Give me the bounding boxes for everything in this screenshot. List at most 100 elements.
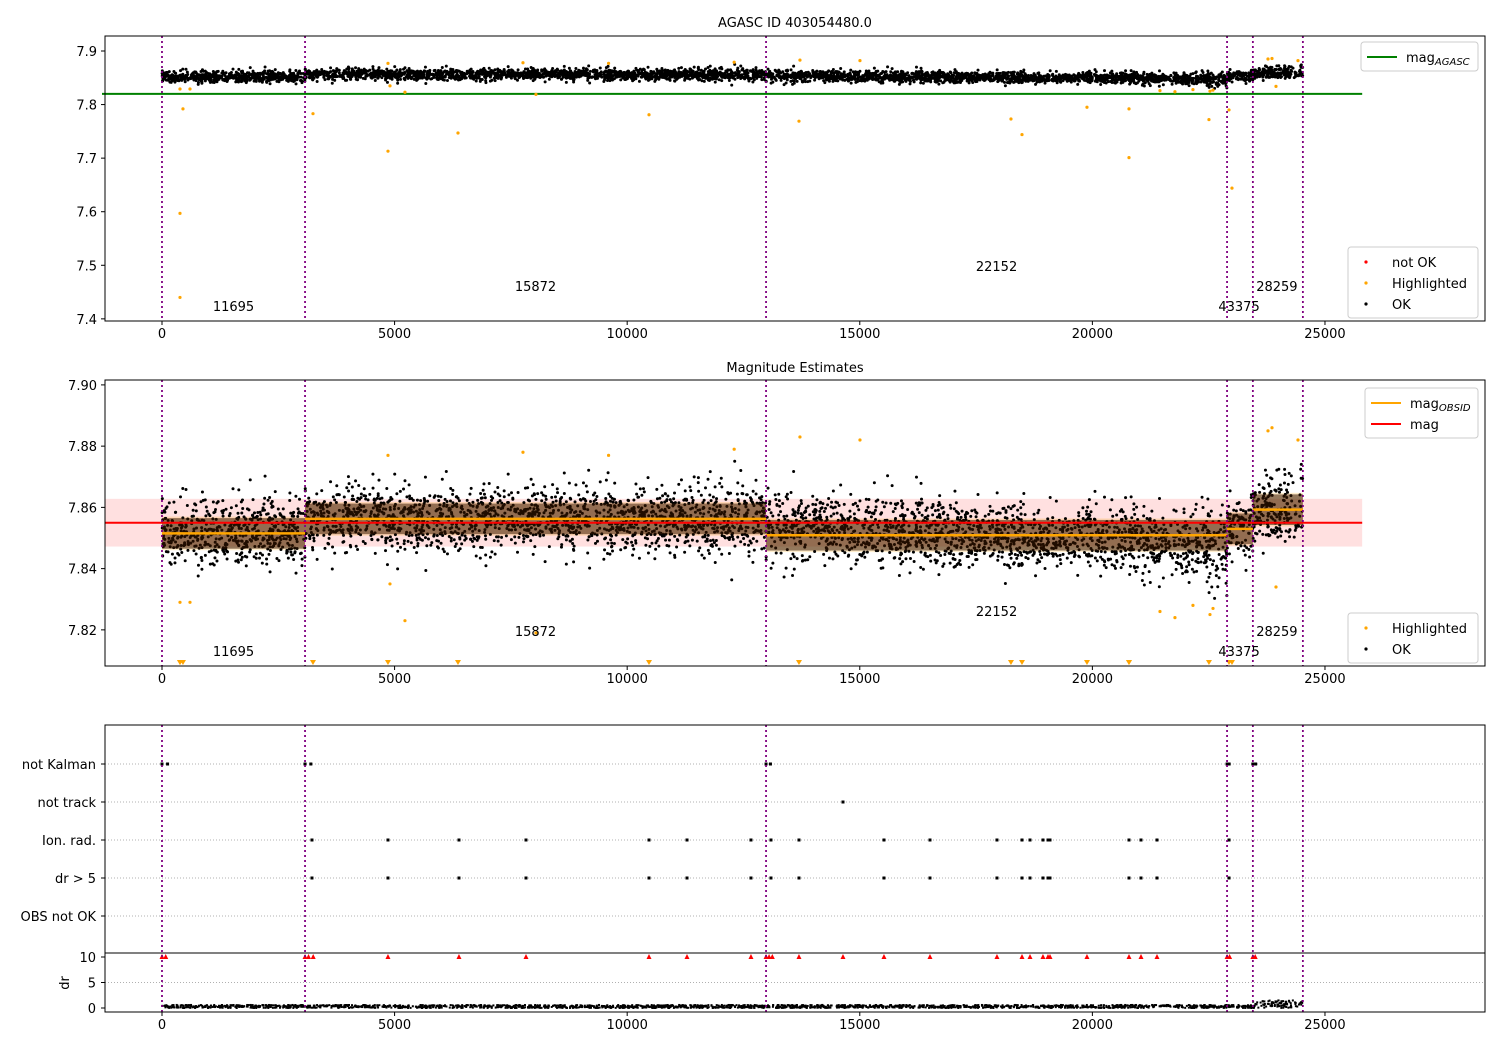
ok-point	[953, 78, 956, 81]
ok-point	[970, 72, 973, 75]
ok-point	[257, 75, 260, 78]
ok-point	[965, 72, 968, 75]
ok-point	[1158, 85, 1161, 88]
ok-point	[251, 72, 254, 75]
ok-point	[595, 73, 598, 76]
ok-point	[252, 76, 255, 79]
legend-label: Highlighted	[1392, 277, 1467, 292]
ok-point	[311, 78, 314, 81]
ok-point	[736, 74, 739, 77]
ok-point	[460, 77, 463, 80]
ok-point	[582, 67, 585, 70]
ok-point	[249, 478, 252, 481]
ok-point	[1258, 68, 1261, 71]
ok-point	[235, 552, 238, 555]
ok-point	[514, 72, 517, 75]
ok-point	[299, 72, 302, 75]
ok-point	[267, 73, 270, 76]
ok-point	[551, 67, 554, 70]
x-tick-label: 10000	[607, 327, 648, 342]
ok-point	[594, 77, 597, 80]
ok-point	[1011, 77, 1014, 80]
ok-point	[1072, 79, 1075, 82]
ok-point	[1081, 71, 1084, 74]
ok-point	[228, 514, 231, 517]
ok-point	[192, 549, 195, 552]
ok-point	[1270, 70, 1273, 73]
ok-point	[426, 74, 429, 77]
ok-point	[195, 553, 198, 556]
ok-point	[444, 70, 447, 73]
ok-point	[1086, 73, 1089, 76]
obsid-label: 11695	[213, 300, 254, 315]
ok-point	[376, 77, 379, 80]
ok-point	[1166, 75, 1169, 78]
ok-point	[214, 508, 217, 511]
ok-point	[544, 80, 547, 83]
ok-point	[184, 559, 187, 562]
ok-point	[586, 77, 589, 80]
ok-points	[161, 63, 1304, 90]
ok-point	[223, 74, 226, 77]
ok-point	[279, 72, 282, 75]
ok-point	[926, 80, 929, 83]
ok-point	[316, 72, 319, 75]
ok-point	[758, 72, 761, 75]
ok-point	[802, 75, 805, 78]
ok-point	[249, 66, 252, 69]
ok-point	[418, 76, 421, 79]
ok-point	[630, 74, 633, 77]
ok-point	[733, 78, 736, 81]
ok-point	[584, 73, 587, 76]
ok-point	[1111, 79, 1114, 82]
ok-point	[1203, 81, 1206, 84]
ok-point	[768, 70, 771, 73]
ok-point	[1267, 74, 1270, 77]
ok-point	[634, 67, 637, 70]
ok-point	[1156, 79, 1159, 82]
ok-point	[967, 78, 970, 81]
ok-point	[1077, 72, 1080, 75]
ok-point	[1128, 75, 1131, 78]
ok-point	[472, 71, 475, 74]
ok-point	[399, 68, 402, 71]
ok-point	[896, 70, 899, 73]
ok-point	[586, 71, 589, 74]
ok-point	[216, 75, 219, 78]
ok-point	[1170, 79, 1173, 82]
ok-point	[903, 75, 906, 78]
ok-point	[351, 70, 354, 73]
ok-point	[298, 498, 301, 501]
ok-point	[930, 74, 933, 77]
x-tick-label: 25000	[1304, 327, 1345, 342]
ok-point	[658, 75, 661, 78]
ok-point	[1229, 68, 1232, 71]
highlighted-point	[1127, 156, 1130, 159]
ok-point	[1289, 69, 1292, 72]
y-tick-label: 7.82	[68, 624, 97, 639]
highlighted-point	[607, 62, 610, 65]
ok-point	[645, 72, 648, 75]
ok-point	[737, 70, 740, 73]
ok-point	[221, 499, 224, 502]
x-tick-label: 0	[158, 327, 166, 342]
ok-point	[627, 73, 630, 76]
ok-point	[640, 71, 643, 74]
ok-point	[560, 77, 563, 80]
ok-point	[1219, 75, 1222, 78]
ok-point	[416, 74, 419, 77]
ok-point	[592, 70, 595, 73]
ok-point	[673, 76, 676, 79]
ok-point	[262, 76, 265, 79]
ok-point	[729, 68, 732, 71]
ok-point	[1113, 81, 1116, 84]
ok-point	[289, 550, 292, 553]
ok-point	[775, 70, 778, 73]
ok-point	[377, 66, 380, 69]
ok-point	[1162, 83, 1165, 86]
ok-point	[1141, 84, 1144, 87]
ok-point	[653, 80, 656, 83]
highlighted-point	[1270, 57, 1273, 60]
ok-point	[222, 515, 225, 518]
ok-point	[818, 75, 821, 78]
